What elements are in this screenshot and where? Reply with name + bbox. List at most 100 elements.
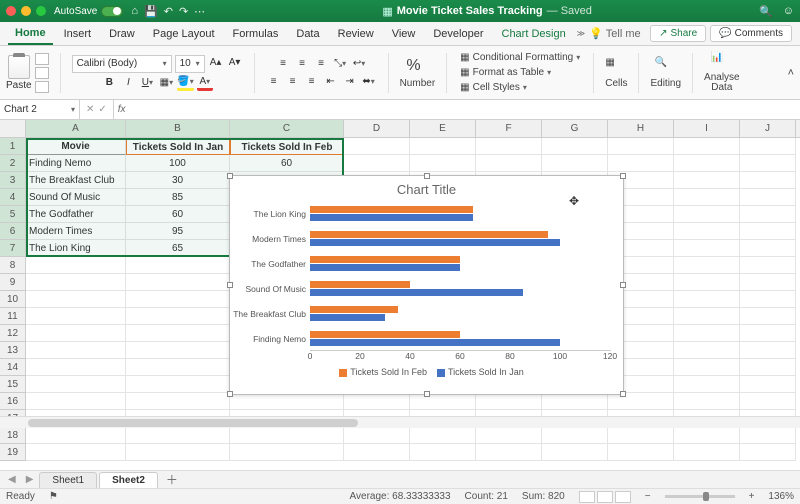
column-headers[interactable]: ABCDEFGHIJ	[0, 120, 800, 138]
format-painter-icon[interactable]	[35, 81, 49, 93]
cell[interactable]	[740, 308, 796, 325]
more-tabs-icon[interactable]: ≫	[577, 29, 585, 38]
minimize-window-icon[interactable]	[21, 6, 31, 16]
cell[interactable]	[740, 138, 796, 155]
cell[interactable]	[674, 427, 740, 444]
cell[interactable]	[410, 393, 476, 410]
cell[interactable]: 30	[126, 172, 230, 189]
chart-bar[interactable]	[310, 314, 385, 321]
cell[interactable]	[674, 257, 740, 274]
cell[interactable]	[126, 427, 230, 444]
orientation-icon[interactable]: ⤡▾	[332, 56, 348, 72]
share-button[interactable]: ↗ Share	[650, 25, 706, 42]
tab-view[interactable]: View	[385, 24, 423, 44]
cell[interactable]	[542, 444, 608, 461]
cell[interactable]	[26, 291, 126, 308]
cell[interactable]: Tickets Sold In Jan	[126, 138, 230, 155]
cell[interactable]	[126, 393, 230, 410]
font-size-select[interactable]: 10▾	[175, 55, 205, 73]
align-right-icon[interactable]: ≡	[304, 74, 320, 90]
name-box[interactable]: Chart 2▾	[0, 100, 80, 119]
align-bottom-icon[interactable]: ≡	[313, 56, 329, 72]
chart-bar[interactable]	[310, 281, 410, 288]
column-header[interactable]: E	[410, 120, 476, 137]
row-header[interactable]: 8	[0, 257, 26, 274]
save-icon[interactable]: 💾	[144, 5, 158, 18]
chart-bar[interactable]	[310, 231, 548, 238]
cell[interactable]	[126, 376, 230, 393]
row-header[interactable]: 9	[0, 274, 26, 291]
cell[interactable]	[674, 138, 740, 155]
zoom-slider[interactable]	[665, 495, 735, 498]
cell-styles-button[interactable]: ▦ Cell Styles ▾	[458, 81, 582, 94]
tab-data[interactable]: Data	[289, 24, 326, 44]
window-controls[interactable]	[6, 6, 46, 16]
wrap-text-icon[interactable]: ↩▾	[351, 56, 367, 72]
cells-button[interactable]: ▦ Cells	[605, 57, 627, 89]
font-color-button[interactable]: A▾	[197, 75, 213, 91]
cell[interactable]: 60	[230, 155, 344, 172]
border-button[interactable]: ▦▾	[158, 75, 174, 91]
worksheet-grid[interactable]: ABCDEFGHIJ 1MovieTickets Sold In JanTick…	[0, 120, 800, 462]
add-sheet-button[interactable]: ＋	[160, 471, 184, 488]
cell[interactable]: 100	[126, 155, 230, 172]
cell[interactable]: 85	[126, 189, 230, 206]
column-header[interactable]: D	[344, 120, 410, 137]
cell[interactable]	[26, 257, 126, 274]
cell[interactable]	[608, 427, 674, 444]
copy-icon[interactable]	[35, 67, 49, 79]
cell[interactable]	[230, 444, 344, 461]
quick-access-toolbar[interactable]: ⌂ 💾 ↶ ↷ ⋯	[131, 5, 205, 18]
cell[interactable]	[344, 138, 410, 155]
cell[interactable]	[740, 206, 796, 223]
cell[interactable]: Modern Times	[26, 223, 126, 240]
cell[interactable]: Movie	[26, 138, 126, 155]
cell[interactable]	[230, 427, 344, 444]
formula-input[interactable]	[130, 100, 800, 119]
cell[interactable]	[344, 444, 410, 461]
bold-button[interactable]: B	[101, 75, 117, 91]
cell[interactable]	[26, 274, 126, 291]
cell[interactable]	[476, 138, 542, 155]
comments-button[interactable]: 💬 Comments	[710, 25, 792, 42]
more-icon[interactable]: ⋯	[194, 5, 205, 18]
enter-icon[interactable]: ✓	[98, 104, 106, 115]
decrease-font-icon[interactable]: A▾	[227, 55, 243, 71]
cell[interactable]	[674, 189, 740, 206]
cell[interactable]	[674, 291, 740, 308]
zoom-out-button[interactable]: −	[645, 491, 651, 502]
cell[interactable]	[740, 223, 796, 240]
fx-icon[interactable]: fx	[114, 104, 130, 115]
row-header[interactable]: 2	[0, 155, 26, 172]
cell[interactable]	[674, 359, 740, 376]
cell[interactable]	[26, 325, 126, 342]
autosave-switch-icon[interactable]	[101, 6, 123, 17]
chart-bar[interactable]	[310, 214, 473, 221]
cell[interactable]	[476, 427, 542, 444]
increase-indent-icon[interactable]: ⇥	[342, 74, 358, 90]
cell[interactable]: The Breakfast Club	[26, 172, 126, 189]
collapse-ribbon-icon[interactable]: ˄	[788, 67, 794, 79]
cell[interactable]	[476, 393, 542, 410]
cell[interactable]	[344, 155, 410, 172]
row-header[interactable]: 12	[0, 325, 26, 342]
cell[interactable]	[542, 393, 608, 410]
account-icon[interactable]: ☺	[783, 5, 794, 18]
row-header[interactable]: 1	[0, 138, 26, 155]
row-header[interactable]: 13	[0, 342, 26, 359]
cell[interactable]	[674, 393, 740, 410]
cell[interactable]	[410, 155, 476, 172]
cancel-icon[interactable]: ✕	[86, 104, 94, 115]
editing-button[interactable]: 🔍 Editing	[650, 57, 681, 89]
cell[interactable]	[674, 308, 740, 325]
home-icon[interactable]: ⌂	[131, 5, 138, 18]
row-header[interactable]: 7	[0, 240, 26, 257]
select-all-corner[interactable]	[0, 120, 26, 137]
cell[interactable]: The Godfather	[26, 206, 126, 223]
page-layout-view-icon[interactable]	[597, 491, 613, 503]
cell[interactable]	[410, 444, 476, 461]
cell[interactable]	[26, 393, 126, 410]
cell[interactable]	[608, 393, 674, 410]
cell[interactable]	[126, 308, 230, 325]
cell[interactable]	[740, 274, 796, 291]
